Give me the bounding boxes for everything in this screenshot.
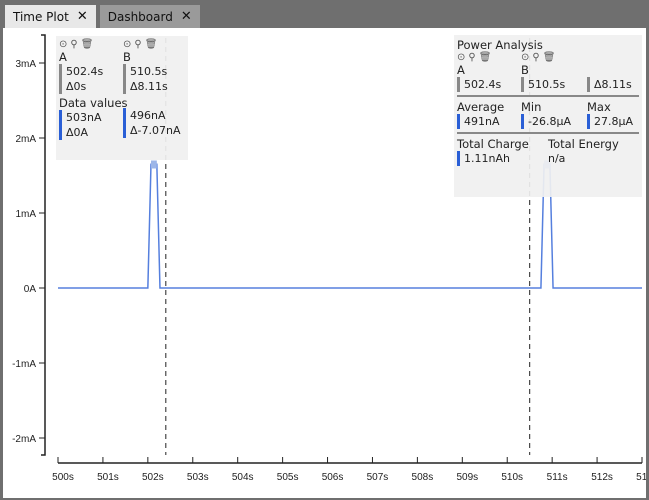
target-icon[interactable]: ⊙ — [521, 52, 532, 63]
tab-label: Dashboard — [107, 9, 173, 24]
x-tick-label: 506s — [322, 472, 344, 483]
min-value: -26.8µA — [521, 114, 587, 129]
y-tick-label: 3mA — [15, 59, 36, 70]
y-axis — [41, 34, 46, 456]
cursor-a-time: 502.4s — [457, 77, 521, 92]
cursor-b-icons[interactable]: ⊙⚲🗑 — [521, 52, 587, 63]
x-tick-label: 505s — [277, 472, 299, 483]
total-charge-label: Total Charge — [457, 137, 529, 151]
trash-icon[interactable]: 🗑 — [479, 52, 495, 63]
trash-icon[interactable]: 🗑 — [543, 52, 559, 63]
average-value: 491nA — [457, 114, 521, 129]
x-tick-label: 500s — [52, 472, 74, 483]
y-tick-label: 2mA — [15, 134, 36, 145]
y-tick-label: -2mA — [12, 434, 36, 445]
cursor-a-icons[interactable]: ⊙⚲🗑 — [59, 39, 128, 50]
trash-icon[interactable]: 🗑 — [81, 39, 97, 50]
cursor-b-time: 510.5s — [521, 77, 587, 92]
x-tick-label: 504s — [232, 472, 254, 483]
cursor-a-label: A — [59, 50, 67, 64]
cursor-a-label: A — [457, 63, 465, 77]
average-label: Average — [457, 100, 505, 114]
tab-time-plot[interactable]: Time Plot ✕ — [5, 5, 96, 28]
target-icon[interactable]: ⊙ — [59, 39, 70, 50]
y-tick-label: 1mA — [15, 209, 36, 220]
cursor-delta: Δ8.11s — [587, 77, 632, 92]
x-tick-label: 510s — [501, 472, 523, 483]
pin-icon[interactable]: ⚲ — [70, 39, 80, 50]
cursor-a-value-delta: Δ0A — [66, 126, 89, 139]
max-label: Max — [587, 100, 611, 114]
trash-icon[interactable]: 🗑 — [145, 39, 161, 50]
tab-label: Time Plot — [13, 9, 69, 24]
cursor-b-value-delta: Δ-7.07nA — [130, 124, 181, 137]
close-icon[interactable]: ✕ — [181, 9, 192, 24]
pulse-band — [150, 160, 157, 169]
data-values-label: Data values — [59, 96, 128, 110]
total-energy-label: Total Energy — [548, 137, 619, 151]
pin-icon[interactable]: ⚲ — [532, 52, 542, 63]
cursor-b-value: 496nA — [130, 109, 166, 122]
cursor-a-icons[interactable]: ⊙⚲🗑 — [457, 52, 521, 63]
x-tick-label: 512s — [591, 472, 613, 483]
close-icon[interactable]: ✕ — [77, 9, 88, 24]
cursor-b-delta: Δ8.11s — [130, 80, 168, 93]
x-tick-label: 502s — [142, 472, 164, 483]
cursor-b-label: B — [521, 63, 529, 77]
cursor-info-box: ⊙⚲🗑 A 502.4s Δ0s Data values 503nA Δ0A ⊙⚲🗑… — [56, 36, 188, 160]
cursor-a-value: 503nA — [66, 111, 102, 124]
x-tick-label: 503s — [187, 472, 209, 483]
y-tick-label: 0A — [24, 284, 37, 295]
time-plot-panel: 3mA 2mA 1mA 0A -1mA -2mA 500s 501s 502s 503s 504s 5… — [3, 28, 646, 498]
total-energy-value: n/a — [548, 152, 566, 165]
cursor-a-delta: Δ0s — [66, 80, 87, 93]
x-tick-label: 513s — [636, 472, 646, 483]
target-icon[interactable]: ⊙ — [457, 52, 468, 63]
max-value: 27.8µA — [587, 114, 633, 129]
power-analysis-box: Power Analysis ⊙⚲🗑 A 502.4s ⊙⚲🗑 B 510.5s Δ8.… — [454, 35, 642, 197]
x-tick-label: 508s — [412, 472, 434, 483]
pin-icon[interactable]: ⚲ — [134, 39, 144, 50]
target-icon[interactable]: ⊙ — [123, 39, 134, 50]
min-label: Min — [521, 100, 542, 114]
total-charge-value: 1.11nAh — [457, 151, 548, 166]
cursor-a-time: 502.4s — [66, 65, 104, 78]
x-tick-label: 511s — [547, 472, 568, 483]
x-tick-label: 507s — [367, 472, 389, 483]
cursor-b-time: 510.5s — [130, 65, 168, 78]
divider — [457, 95, 639, 97]
tab-dashboard[interactable]: Dashboard ✕ — [99, 5, 200, 28]
pin-icon[interactable]: ⚲ — [468, 52, 478, 63]
divider — [457, 132, 639, 134]
x-tick-label: 501s — [97, 472, 119, 483]
x-tick-label: 509s — [456, 472, 478, 483]
cursor-b-label: B — [123, 50, 131, 64]
power-analysis-title: Power Analysis — [457, 38, 543, 52]
y-tick-label: -1mA — [12, 359, 36, 370]
tab-bar: Time Plot ✕ Dashboard ✕ — [0, 0, 649, 28]
cursor-b-icons[interactable]: ⊙⚲🗑 — [123, 39, 180, 50]
